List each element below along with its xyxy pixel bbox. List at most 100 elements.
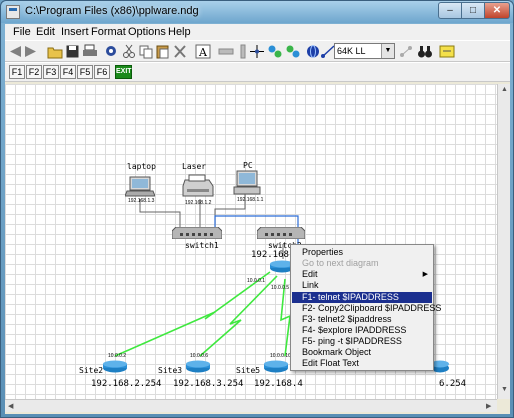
horizontal-scrollbar[interactable]: ◀ ▶: [5, 399, 497, 412]
menu-item-f2-copy[interactable]: F2- Copy2Clipboard $IPADDRESS: [292, 303, 441, 314]
menu-item-label: Edit Float Text: [302, 358, 359, 368]
vertical-scrollbar[interactable]: ▲ ▼: [497, 84, 510, 399]
close-button[interactable]: ✕: [484, 2, 510, 19]
menu-item-f1-telnet[interactable]: F1- telnet $IPADDRESS: [292, 292, 432, 303]
submenu-arrow-icon: ▶: [422, 271, 428, 278]
laptop-label: laptop: [127, 162, 156, 171]
link-ip-2: 10.0.0.5: [271, 285, 290, 291]
switch1-label: switch1: [185, 241, 219, 250]
menu-item-bookmark[interactable]: Bookmark Object: [292, 347, 432, 358]
menu-item-edit-float-text[interactable]: Edit Float Text: [292, 358, 432, 369]
menu-item-label: Link: [302, 280, 319, 290]
menu-bar: File Edit Insert Format Options Help: [5, 24, 510, 40]
switch2-icon[interactable]: [257, 227, 305, 239]
menu-format[interactable]: Format: [89, 26, 128, 38]
menu-item-edit[interactable]: Edit ▶: [292, 269, 432, 280]
menu-item-label: Bookmark Object: [302, 347, 372, 357]
function-key-toolbar: F1 F2 F3 F4 F5 F6 EXIT: [5, 62, 510, 82]
window-title: C:\Program Files (x86)\pplware.ndg: [25, 5, 199, 17]
pc-ip: 192.168.1.1: [237, 197, 264, 203]
line-tool-icon[interactable]: [218, 44, 234, 59]
desktop-pc-icon[interactable]: [233, 170, 261, 196]
site2-label: Site2: [79, 366, 104, 375]
menu-edit[interactable]: Edit: [34, 26, 57, 38]
laptop-icon[interactable]: [125, 176, 155, 198]
site2-subnet: 192.168.2.254: [91, 379, 162, 389]
f3-button[interactable]: F3: [43, 65, 59, 79]
link-tool-icon[interactable]: [267, 44, 283, 59]
open-folder-icon[interactable]: [47, 44, 63, 59]
router-site2-icon[interactable]: [102, 360, 128, 373]
menu-item-label: Edit: [302, 269, 318, 279]
menu-item-label: Go to next diagram: [302, 258, 379, 268]
title-bar[interactable]: C:\Program Files (x86)\pplware.ndg – □ ✕: [1, 1, 513, 23]
menu-item-f5-ping[interactable]: F5- ping -t $IPADDRESS: [292, 336, 432, 347]
node-tool-icon[interactable]: [398, 44, 414, 59]
scroll-up-icon[interactable]: ▲: [501, 86, 508, 93]
f6-button[interactable]: F6: [94, 65, 110, 79]
save-icon[interactable]: [65, 44, 81, 59]
menu-item-f4-explore[interactable]: F4- $explore IPADDRESS: [292, 325, 432, 336]
menu-item-label: F3- telnet2 $ipaddress: [302, 314, 392, 324]
print-icon[interactable]: [82, 44, 98, 59]
maximize-button[interactable]: □: [461, 2, 485, 19]
menu-file[interactable]: File: [11, 26, 33, 38]
app-icon[interactable]: [6, 5, 20, 19]
partial-subnet: 6.254: [439, 379, 467, 389]
printer-ip: 192.168.1.2: [185, 200, 212, 206]
menu-item-properties[interactable]: Properties: [292, 247, 432, 258]
link-speed-select[interactable]: 64K LL ▼: [334, 43, 395, 59]
f1-button[interactable]: F1: [9, 65, 25, 79]
svg-text:A: A: [198, 46, 208, 59]
printer-label: Laser: [182, 162, 207, 171]
menu-item-label: F2- Copy2Clipboard $IPADDRESS: [302, 303, 442, 313]
site3-label: Site3: [158, 366, 183, 375]
note-icon[interactable]: [439, 44, 455, 59]
link-ip-5: 10.0.0.10: [270, 353, 291, 359]
back-arrow-icon[interactable]: [7, 44, 23, 59]
menu-help[interactable]: Help: [166, 26, 193, 38]
application-window: C:\Program Files (x86)\pplware.ndg – □ ✕…: [0, 0, 514, 418]
menu-insert[interactable]: Insert: [59, 26, 91, 38]
scroll-left-icon[interactable]: ◀: [8, 402, 13, 410]
menu-item-label: F1- telnet $IPADDRESS: [302, 292, 399, 302]
menu-item-label: Properties: [302, 247, 344, 257]
text-tool-icon[interactable]: A: [195, 44, 211, 59]
site3-subnet: 192.168.3.254: [173, 379, 244, 389]
chevron-down-icon[interactable]: ▼: [381, 44, 394, 58]
menu-item-next-diagram: Go to next diagram: [292, 258, 432, 269]
client-area: File Edit Insert Format Options Help A 6…: [5, 24, 510, 414]
globe-icon[interactable]: [305, 44, 321, 59]
delete-icon[interactable]: [172, 44, 188, 59]
minimize-button[interactable]: –: [438, 2, 462, 19]
network-tool-icon[interactable]: [103, 44, 119, 59]
connect-tool-icon[interactable]: [249, 44, 265, 59]
f5-button[interactable]: F5: [77, 65, 93, 79]
scroll-down-icon[interactable]: ▼: [501, 386, 508, 393]
menu-item-link[interactable]: Link: [292, 280, 432, 291]
copy-icon[interactable]: [138, 44, 154, 59]
menu-options[interactable]: Options: [126, 26, 168, 38]
scroll-right-icon[interactable]: ▶: [486, 402, 491, 410]
laptop-ip: 192.168.1.3: [128, 198, 155, 204]
paste-icon[interactable]: [155, 44, 171, 59]
site5-label: Site5: [236, 366, 261, 375]
menu-item-label: F5- ping -t $IPADDRESS: [302, 336, 402, 346]
router-site5-icon[interactable]: [263, 360, 289, 373]
site5-subnet: 192.168.4: [254, 379, 303, 389]
exit-button[interactable]: EXIT: [115, 65, 132, 79]
binoculars-icon[interactable]: [417, 44, 433, 59]
switch1-icon[interactable]: [172, 227, 222, 239]
f2-button[interactable]: F2: [26, 65, 42, 79]
link-alt-tool-icon[interactable]: [285, 44, 301, 59]
f4-button[interactable]: F4: [60, 65, 76, 79]
link-ip-3: 10.0.0.2: [108, 353, 127, 359]
menu-item-f3-telnet2[interactable]: F3- telnet2 $ipaddress: [292, 314, 432, 325]
menu-item-label: F4- $explore IPADDRESS: [302, 325, 407, 335]
link-ip-4: 10.0.0.6: [190, 353, 209, 359]
cut-icon[interactable]: [121, 44, 137, 59]
router-site3-icon[interactable]: [185, 360, 211, 373]
link-speed-value: 64K LL: [337, 46, 366, 56]
forward-arrow-icon[interactable]: [23, 44, 39, 59]
printer-icon[interactable]: [181, 174, 215, 199]
